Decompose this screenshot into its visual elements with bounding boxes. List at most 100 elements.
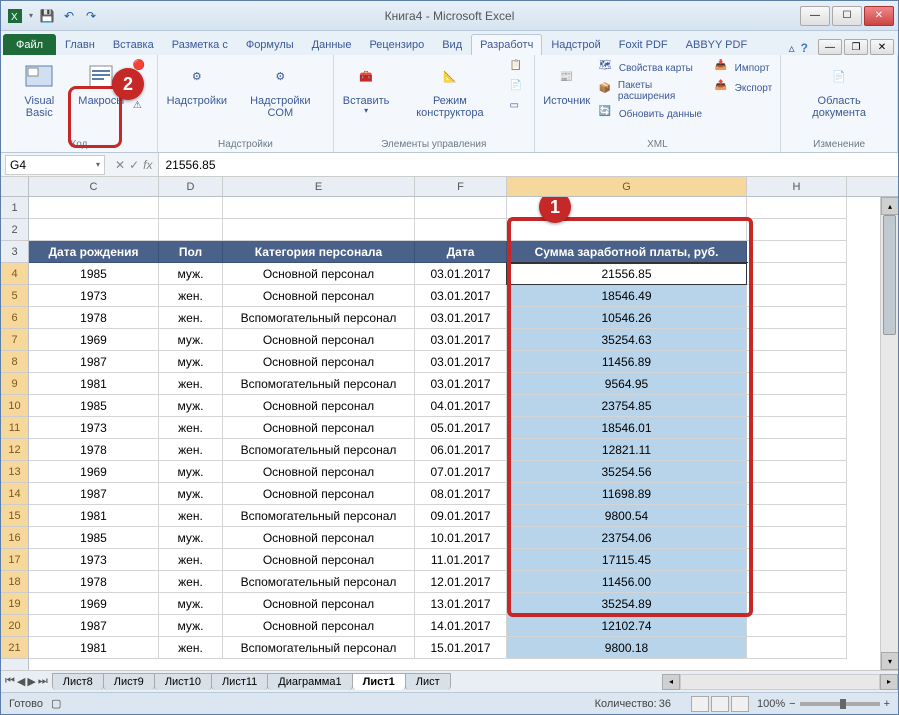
zoom-slider[interactable] [800, 702, 880, 706]
cell[interactable] [747, 373, 847, 395]
select-all-corner[interactable] [1, 177, 29, 197]
row-header[interactable]: 15 [1, 505, 28, 527]
tab-разметка с[interactable]: Разметка с [163, 34, 237, 55]
view-code-button[interactable]: 📄 [508, 79, 528, 97]
cell[interactable] [507, 219, 747, 241]
cell[interactable] [747, 527, 847, 549]
row-header[interactable]: 7 [1, 329, 28, 351]
row-header[interactable]: 16 [1, 527, 28, 549]
table-header-cell[interactable]: Сумма заработной платы, руб. [507, 241, 747, 263]
cell[interactable]: 12.01.2017 [415, 571, 507, 593]
cell[interactable] [747, 395, 847, 417]
zoom-in-icon[interactable]: + [884, 698, 890, 710]
row-header[interactable]: 4 [1, 263, 28, 285]
row-header[interactable]: 5 [1, 285, 28, 307]
cell[interactable]: 11456.89 [507, 351, 747, 373]
row-header[interactable]: 12 [1, 439, 28, 461]
cell[interactable]: 1973 [29, 417, 159, 439]
first-sheet-icon[interactable]: ⏮ [5, 675, 15, 688]
cell[interactable]: жен. [159, 285, 223, 307]
cell[interactable] [747, 329, 847, 351]
cell[interactable]: муж. [159, 593, 223, 615]
cell[interactable]: 1987 [29, 615, 159, 637]
cell[interactable] [747, 307, 847, 329]
cell[interactable]: Основной персонал [223, 285, 415, 307]
row-header[interactable]: 13 [1, 461, 28, 483]
cell[interactable] [747, 351, 847, 373]
com-addins-button[interactable]: ⚙ Надстройки COM [234, 59, 327, 137]
table-header-cell[interactable]: Категория персонала [223, 241, 415, 263]
row-header[interactable]: 8 [1, 351, 28, 373]
cell[interactable]: Вспомогательный персонал [223, 373, 415, 395]
cell[interactable] [159, 219, 223, 241]
cell[interactable]: Основной персонал [223, 351, 415, 373]
cell[interactable]: 1981 [29, 637, 159, 659]
scroll-left-icon[interactable]: ◂ [662, 674, 680, 690]
cell[interactable]: Основной персонал [223, 461, 415, 483]
visual-basic-button[interactable]: Visual Basic [7, 59, 72, 137]
row-header[interactable]: 19 [1, 593, 28, 615]
cell[interactable] [747, 285, 847, 307]
cell[interactable]: 18546.49 [507, 285, 747, 307]
cell[interactable] [223, 197, 415, 219]
tab-надстрой[interactable]: Надстрой [542, 34, 609, 55]
zoom-out-icon[interactable]: − [789, 698, 795, 710]
cell[interactable] [747, 241, 847, 263]
refresh-data-button[interactable]: 🔄Обновить данные [597, 105, 709, 123]
cell[interactable]: 03.01.2017 [415, 263, 507, 285]
cell[interactable]: Основной персонал [223, 549, 415, 571]
table-header-cell[interactable]: Пол [159, 241, 223, 263]
cell[interactable] [747, 549, 847, 571]
tab-abbyy pdf[interactable]: ABBYY PDF [677, 34, 757, 55]
properties-button[interactable]: 📋 [508, 59, 528, 77]
macro-security-button[interactable]: ⚠ [131, 99, 151, 117]
cell[interactable]: жен. [159, 549, 223, 571]
next-sheet-icon[interactable]: ▶ [27, 675, 35, 688]
cell[interactable]: 35254.89 [507, 593, 747, 615]
page-break-view-button[interactable] [731, 696, 749, 712]
cell[interactable]: муж. [159, 351, 223, 373]
normal-view-button[interactable] [691, 696, 709, 712]
undo-icon[interactable]: ↶ [61, 8, 77, 24]
row-header[interactable]: 9 [1, 373, 28, 395]
cell[interactable] [747, 219, 847, 241]
last-sheet-icon[interactable]: ⏭ [38, 675, 48, 688]
cell[interactable]: 9800.18 [507, 637, 747, 659]
cell[interactable]: 1969 [29, 329, 159, 351]
cell[interactable]: 03.01.2017 [415, 373, 507, 395]
horizontal-scrollbar[interactable] [680, 674, 880, 690]
cell[interactable]: 1987 [29, 351, 159, 373]
cell[interactable]: Вспомогательный персонал [223, 439, 415, 461]
tab-вид[interactable]: Вид [433, 34, 471, 55]
tab-file[interactable]: Файл [3, 34, 56, 55]
cell[interactable]: Основной персонал [223, 263, 415, 285]
cell[interactable] [415, 219, 507, 241]
vertical-scrollbar[interactable]: ▴ ▾ [880, 197, 898, 670]
cell[interactable] [747, 417, 847, 439]
cell[interactable]: Основной персонал [223, 417, 415, 439]
cell[interactable]: 1981 [29, 373, 159, 395]
row-header[interactable]: 1 [1, 197, 28, 219]
cell[interactable]: муж. [159, 461, 223, 483]
tab-вставка[interactable]: Вставка [104, 34, 163, 55]
column-header[interactable]: F [415, 177, 507, 196]
insert-control-button[interactable]: 🧰 Вставить ▾ [340, 59, 392, 137]
sheet-tab[interactable]: Лист11 [211, 673, 268, 690]
cell[interactable]: 1969 [29, 593, 159, 615]
formula-input[interactable]: 21556.85 [158, 153, 898, 176]
cell[interactable]: 1978 [29, 571, 159, 593]
cell[interactable]: жен. [159, 571, 223, 593]
sheet-tab[interactable]: Лист9 [103, 673, 155, 690]
cell[interactable] [747, 571, 847, 593]
row-header[interactable]: 2 [1, 219, 28, 241]
cell[interactable]: 35254.56 [507, 461, 747, 483]
cell[interactable]: Вспомогательный персонал [223, 571, 415, 593]
cell[interactable]: 11698.89 [507, 483, 747, 505]
cell[interactable]: Основной персонал [223, 615, 415, 637]
cell[interactable]: Вспомогательный персонал [223, 307, 415, 329]
cell[interactable]: 13.01.2017 [415, 593, 507, 615]
cell[interactable]: Вспомогательный персонал [223, 637, 415, 659]
row-header[interactable]: 3 [1, 241, 28, 263]
cell[interactable]: Основной персонал [223, 395, 415, 417]
cell[interactable]: 12102.74 [507, 615, 747, 637]
